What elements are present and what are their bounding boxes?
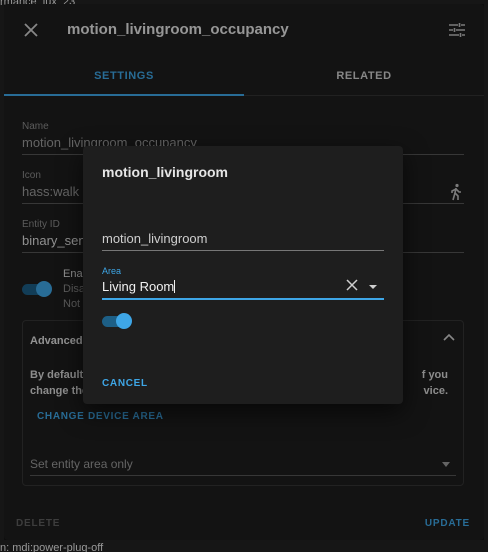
cancel-button[interactable]: CANCEL: [102, 378, 148, 389]
device-toggle-thumb: [116, 313, 132, 329]
device-name-field[interactable]: motion_livingroom: [102, 231, 384, 251]
area-picker[interactable]: Area Living Room: [102, 266, 384, 300]
device-toggle[interactable]: [102, 313, 132, 329]
area-picker-label: Area: [102, 266, 122, 276]
device-settings-dialog: motion_livingroom motion_livingroom Area…: [83, 146, 403, 404]
area-picker-value: Living Room: [102, 279, 175, 294]
background-fragment-bottom: n: mdi:power-plug-off: [0, 542, 104, 552]
dropdown-arrow-icon[interactable]: [369, 285, 377, 289]
text-cursor: [174, 280, 176, 293]
device-dialog-title: motion_livingroom: [102, 164, 228, 180]
area-picker-input[interactable]: Living Room: [102, 279, 384, 300]
clear-icon[interactable]: [346, 279, 358, 291]
